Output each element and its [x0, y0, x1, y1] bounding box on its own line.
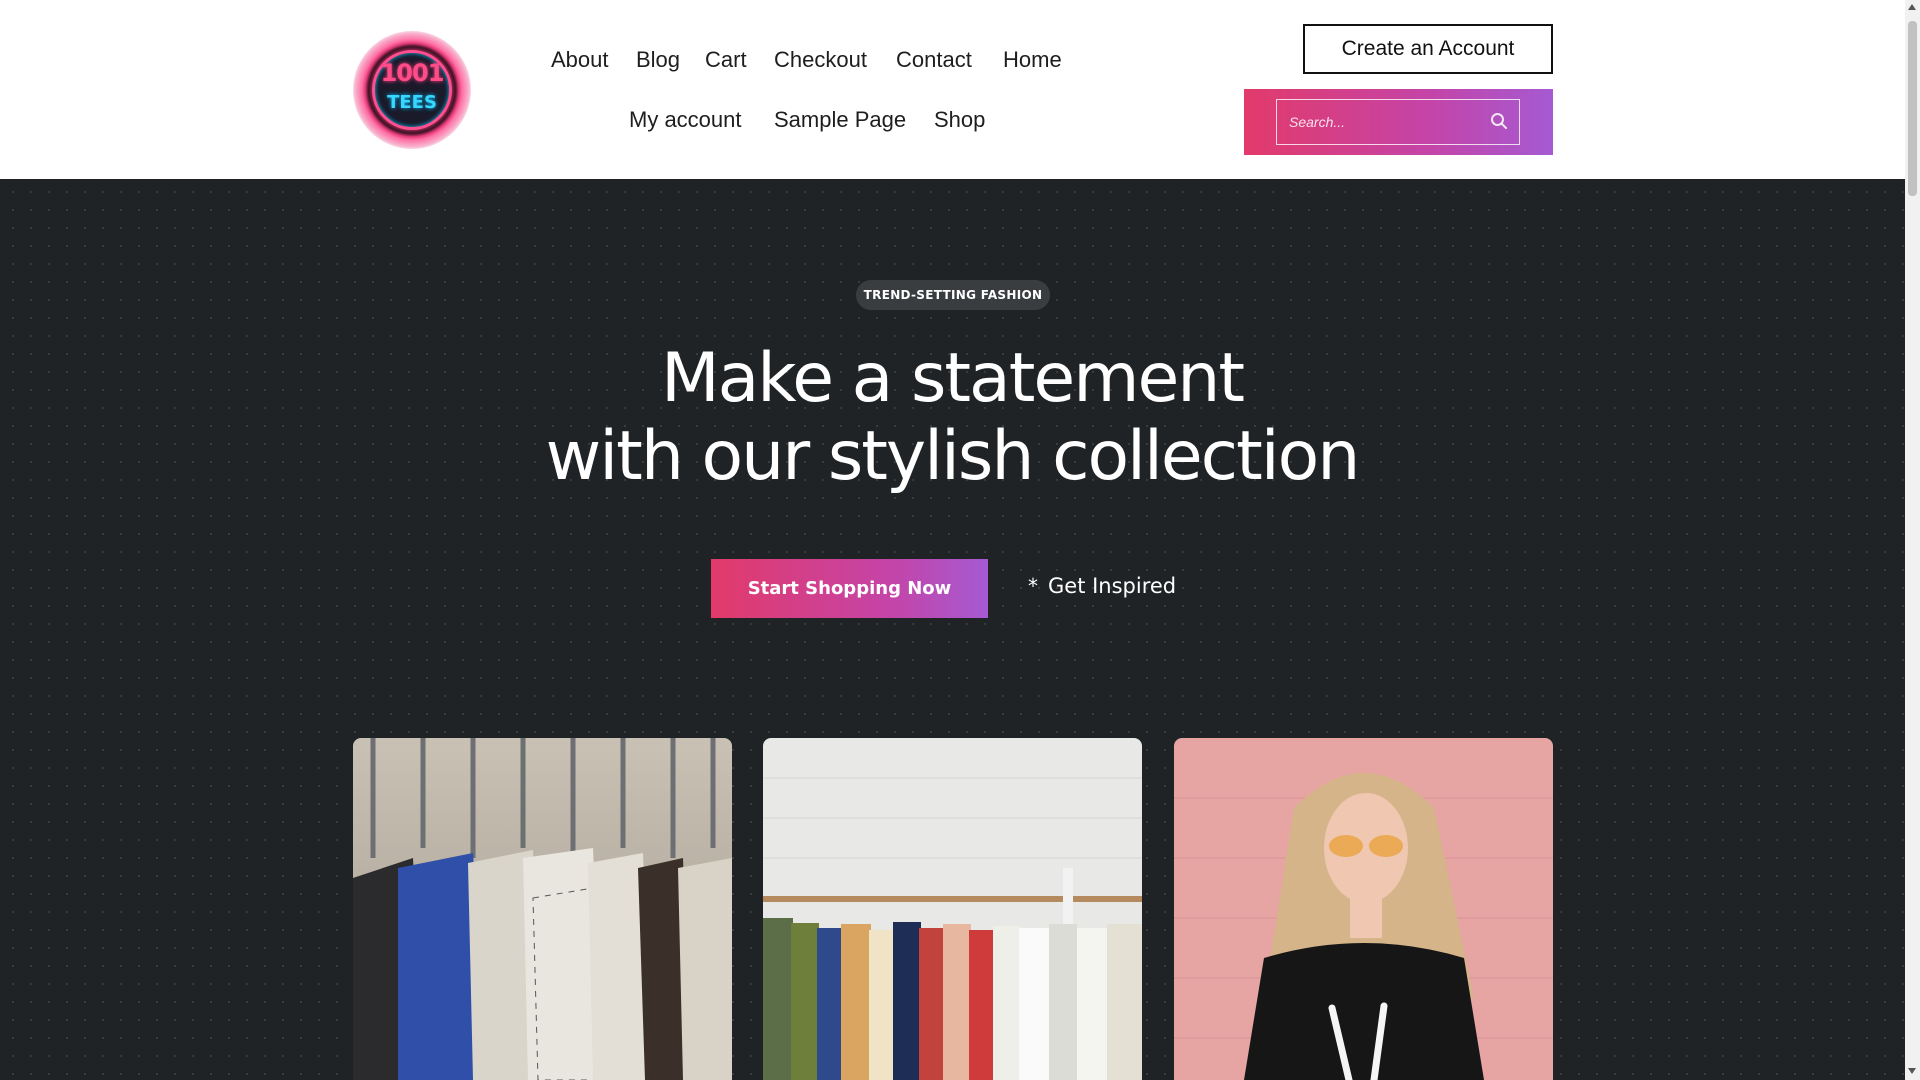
nav-item-home[interactable]: Home: [1003, 47, 1062, 73]
nav-item-checkout[interactable]: Checkout: [774, 47, 867, 73]
hero-badge: TREND-SETTING FASHION: [856, 280, 1050, 310]
site-logo[interactable]: 1001 TEES: [353, 31, 471, 149]
get-inspired-link[interactable]: * Get Inspired: [1028, 574, 1176, 598]
scroll-up-arrow-icon[interactable]: [1908, 4, 1916, 10]
hero-headline-line1: Make a statement: [660, 339, 1245, 418]
nav-item-blog[interactable]: Blog: [636, 47, 680, 73]
page-scrollbar[interactable]: [1905, 0, 1920, 1080]
gallery-image-clothing-rack[interactable]: [763, 738, 1142, 1080]
gallery-image-model[interactable]: [1174, 738, 1553, 1080]
get-inspired-label: Get Inspired: [1048, 574, 1177, 598]
clothing-rack-photo: [763, 738, 1142, 1080]
hangers-photo: [353, 738, 732, 1080]
search-input[interactable]: [1276, 99, 1520, 145]
scrollbar-thumb[interactable]: [1908, 21, 1917, 196]
nav-item-my-account[interactable]: My account: [629, 107, 742, 133]
model-photo: [1174, 738, 1553, 1080]
scroll-down-arrow-icon[interactable]: [1908, 1068, 1916, 1074]
create-account-button[interactable]: Create an Account: [1303, 24, 1553, 74]
logo-text-line2: TEES: [387, 92, 437, 113]
nav-item-cart[interactable]: Cart: [705, 47, 747, 73]
hero-headline: Make a statement with our stylish collec…: [452, 340, 1452, 496]
site-header: 1001 TEES About Blog Cart Checkout Conta…: [0, 0, 1905, 179]
hero-headline-line2: with our stylish collection: [545, 417, 1361, 496]
start-shopping-button[interactable]: Start Shopping Now: [711, 559, 988, 618]
nav-item-contact[interactable]: Contact: [896, 47, 972, 73]
asterisk-icon: *: [1028, 574, 1038, 598]
nav-item-sample-page[interactable]: Sample Page: [774, 107, 906, 133]
nav-item-shop[interactable]: Shop: [934, 107, 985, 133]
nav-item-about[interactable]: About: [551, 47, 609, 73]
gallery-image-shirts-on-hangers[interactable]: [353, 738, 732, 1080]
logo-text-line1: 1001: [380, 59, 445, 87]
search-icon[interactable]: [1490, 112, 1508, 130]
